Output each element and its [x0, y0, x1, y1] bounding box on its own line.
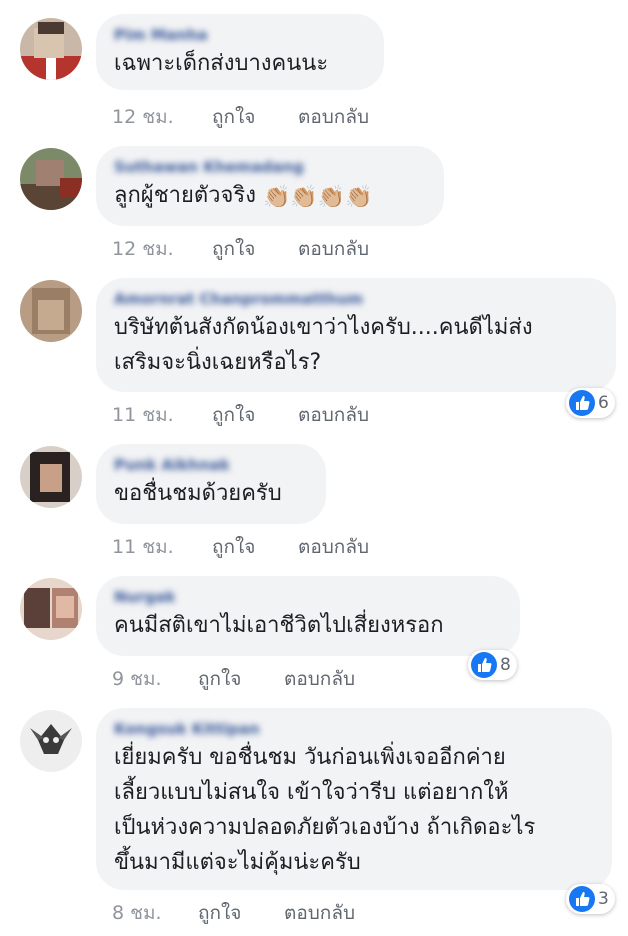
reaction-count: 8	[500, 655, 511, 675]
comment-bubble: Suthawan Khemadang ลูกผู้ชายตัวจริง 👏🏼👏🏼…	[96, 146, 444, 226]
like-link[interactable]: ถูกใจ	[212, 234, 298, 264]
comment-text-line: ขึ้นมามีแต่จะไม่คุ้มน่ะครับ	[114, 850, 361, 875]
comment-actions: 12 ชม. ถูกใจ ตอบกลับ	[112, 102, 369, 132]
avatar[interactable]	[20, 18, 82, 80]
comment-time[interactable]: 9 ชม.	[112, 664, 198, 694]
comment-bubble: Punk Aikhnak ขอชื่นชมด้วยครับ	[96, 444, 326, 524]
comment-actions: 9 ชม. ถูกใจ ตอบกลับ	[112, 664, 355, 694]
reply-link[interactable]: ตอบกลับ	[284, 664, 355, 694]
comment-author[interactable]: Amornrat Chanprommatthum	[114, 288, 363, 310]
reply-link[interactable]: ตอบกลับ	[298, 234, 369, 264]
like-link[interactable]: ถูกใจ	[198, 664, 284, 694]
avatar[interactable]	[20, 578, 82, 640]
comment-time[interactable]: 11 ชม.	[112, 400, 212, 430]
comment-text: ลูกผู้ชายตัวจริง 👏🏼👏🏼👏🏼👏🏼	[114, 178, 426, 215]
like-link[interactable]: ถูกใจ	[212, 102, 298, 132]
comment-bubble: Kongsuk Kittipan เยี่ยมครับ ขอชื่นชม วัน…	[96, 708, 612, 890]
comment-bubble: Pim Manha เฉพาะเด็กส่งบางคนนะ	[96, 14, 384, 90]
comment-author[interactable]: Suthawan Khemadang	[114, 156, 304, 178]
comment-author[interactable]: Nurgak	[114, 586, 175, 608]
avatar[interactable]	[20, 148, 82, 210]
comment-author[interactable]: Pim Manha	[114, 24, 208, 46]
comment-text-line: เป็นห่วงความปลอดภัยตัวเองบ้าง ถ้าเกิดอะไ…	[114, 815, 536, 840]
comment-text-line: เยี่ยมครับ ขอชื่นชม วันก่อนเพิ่งเจออีกค่…	[114, 745, 506, 770]
reply-link[interactable]: ตอบกลับ	[298, 400, 369, 430]
reaction-summary[interactable]: 8	[468, 650, 517, 680]
comment-bubble: Amornrat Chanprommatthum บริษัทต้นสังกัด…	[96, 278, 616, 392]
reaction-count: 3	[598, 889, 609, 909]
comment-text: ขอชื่นชมด้วยครับ	[114, 481, 282, 506]
avatar[interactable]	[20, 280, 82, 342]
comment-time[interactable]: 12 ชม.	[112, 234, 212, 264]
like-link[interactable]: ถูกใจ	[212, 400, 298, 430]
comment-text: คนมีสติเขาไม่เอาชีวิตไปเสี่ยงหรอก	[114, 613, 444, 638]
like-link[interactable]: ถูกใจ	[212, 532, 298, 562]
comment-time[interactable]: 11 ชม.	[112, 532, 212, 562]
comment-text-line: เสริมจะนิ่งเฉยหรือไร?	[114, 350, 322, 375]
reaction-summary[interactable]: 6	[566, 388, 615, 418]
reaction-summary[interactable]: 3	[566, 884, 615, 914]
reply-link[interactable]: ตอบกลับ	[298, 102, 369, 132]
comment-author[interactable]: Kongsuk Kittipan	[114, 718, 260, 740]
like-link[interactable]: ถูกใจ	[198, 898, 284, 928]
comment-actions: 11 ชม. ถูกใจ ตอบกลับ	[112, 400, 369, 430]
comment-actions: 11 ชม. ถูกใจ ตอบกลับ	[112, 532, 369, 562]
comment-time[interactable]: 12 ชม.	[112, 102, 212, 132]
like-thumb-icon	[471, 652, 497, 678]
comment-text: เฉพาะเด็กส่งบางคนนะ	[114, 51, 329, 76]
avatar[interactable]	[20, 710, 82, 772]
comment-text-line: เลี้ยวแบบไม่สนใจ เข้าใจว่ารีบ แต่อยากให้	[114, 780, 509, 805]
comment-text-body: ลูกผู้ชายตัวจริง	[114, 183, 256, 208]
comment-author[interactable]: Punk Aikhnak	[114, 454, 230, 476]
comment-bubble: Nurgak คนมีสติเขาไม่เอาชีวิตไปเสี่ยงหรอก	[96, 576, 520, 656]
comment-actions: 12 ชม. ถูกใจ ตอบกลับ	[112, 234, 369, 264]
like-thumb-icon	[569, 886, 595, 912]
reaction-count: 6	[598, 393, 609, 413]
clapping-hands-icon: 👏🏼👏🏼👏🏼👏🏼	[262, 185, 373, 210]
reply-link[interactable]: ตอบกลับ	[298, 532, 369, 562]
comment-time[interactable]: 8 ชม.	[112, 898, 198, 928]
comment-text-line: บริษัทต้นสังกัดน้องเขาว่าไงครับ....คนดีไ…	[114, 315, 533, 340]
like-thumb-icon	[569, 390, 595, 416]
comment-actions: 8 ชม. ถูกใจ ตอบกลับ	[112, 898, 355, 928]
reply-link[interactable]: ตอบกลับ	[284, 898, 355, 928]
avatar[interactable]	[20, 446, 82, 508]
